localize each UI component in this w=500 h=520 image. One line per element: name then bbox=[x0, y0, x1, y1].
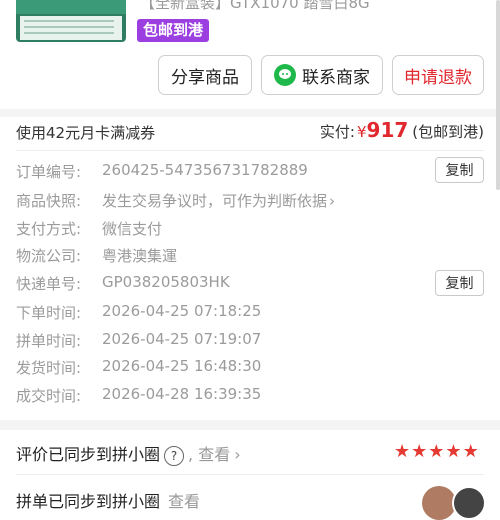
group-sync-text: 拼单已同步到拼小圈 bbox=[16, 492, 161, 511]
star-icon: ★ bbox=[428, 441, 445, 462]
star-icon: ★ bbox=[462, 441, 479, 462]
ship-time-label: 发货时间: bbox=[16, 359, 82, 377]
snapshot-value: 发生交易争议时，可作为判断依据 bbox=[102, 192, 328, 210]
section-divider bbox=[0, 109, 500, 117]
review-sync-text: 评价已同步到拼小圈 bbox=[16, 445, 161, 464]
deal-time-label: 成交时间: bbox=[16, 387, 82, 405]
contact-merchant-button[interactable]: 联系商家 bbox=[261, 55, 383, 95]
product-thumbnail[interactable] bbox=[16, 0, 126, 42]
share-product-label: 分享商品 bbox=[171, 67, 239, 88]
group-time-value: 2026-04-25 07:19:07 bbox=[102, 330, 262, 348]
tracking-number-value: GP038205803HK bbox=[102, 273, 230, 291]
thumbnail-spec-table bbox=[20, 16, 122, 40]
free-shipping-badge: 包邮到港 bbox=[137, 19, 210, 42]
chevron-right-icon: › bbox=[329, 192, 336, 210]
star-icon: ★ bbox=[411, 441, 428, 462]
logistics-company-value: 粤港澳集運 bbox=[102, 247, 178, 265]
request-refund-button[interactable]: 申请退款 bbox=[392, 55, 484, 95]
ship-time-value: 2026-04-25 16:48:30 bbox=[102, 357, 262, 375]
order-time-label: 下单时间: bbox=[16, 304, 82, 322]
request-refund-label: 申请退款 bbox=[404, 67, 472, 88]
scrollbar[interactable] bbox=[496, 0, 500, 190]
view-link[interactable]: 查看 bbox=[198, 445, 230, 464]
separator: , bbox=[188, 445, 194, 464]
thumbnail-banner bbox=[16, 0, 126, 14]
divider-line bbox=[16, 150, 484, 151]
star-icon: ★ bbox=[394, 441, 411, 462]
paid-note: (包邮到港) bbox=[412, 123, 484, 141]
product-title[interactable]: 【全新盒装】GTX1070 踏雪白8G bbox=[140, 0, 370, 13]
star-rating: ★ ★ ★ ★ ★ bbox=[394, 441, 480, 462]
snapshot-link[interactable]: 发生交易争议时，可作为判断依据 › bbox=[102, 190, 335, 211]
view-link[interactable]: 查看 bbox=[168, 492, 200, 511]
currency-symbol: ¥ bbox=[356, 123, 367, 141]
order-time-value: 2026-04-25 07:18:25 bbox=[102, 302, 262, 320]
order-number-label: 订单编号: bbox=[16, 163, 82, 181]
coupon-text: 使用42元月卡满减券 bbox=[16, 124, 156, 142]
wechat-chat-icon bbox=[274, 64, 296, 86]
chevron-right-icon: › bbox=[234, 445, 241, 464]
deal-time-value: 2026-04-28 16:39:35 bbox=[102, 385, 262, 403]
share-product-button[interactable]: 分享商品 bbox=[158, 55, 252, 95]
section-divider bbox=[0, 420, 500, 430]
snapshot-label: 商品快照: bbox=[16, 192, 82, 210]
order-number-value: 260425-547356731782889 bbox=[102, 161, 308, 179]
copy-tracking-number-button[interactable]: 复制 bbox=[435, 270, 484, 296]
avatar bbox=[452, 486, 486, 520]
payment-method-label: 支付方式: bbox=[16, 220, 82, 238]
copy-order-number-button[interactable]: 复制 bbox=[435, 157, 484, 183]
contact-merchant-label: 联系商家 bbox=[302, 67, 370, 88]
help-icon[interactable]: ? bbox=[164, 445, 185, 466]
star-icon: ★ bbox=[445, 441, 462, 462]
paid-amount: 实付: ¥ 917 (包邮到港) bbox=[320, 118, 484, 142]
group-sync-row[interactable]: 拼单已同步到拼小圈 查看 bbox=[16, 488, 200, 512]
tracking-number-label: 快递单号: bbox=[16, 275, 82, 293]
divider-line bbox=[16, 474, 484, 475]
paid-label: 实付: bbox=[319, 123, 355, 141]
payment-method-value: 微信支付 bbox=[102, 220, 163, 238]
group-time-label: 拼单时间: bbox=[16, 332, 82, 350]
paid-value: 917 bbox=[366, 118, 409, 142]
review-sync-row[interactable]: 评价已同步到拼小圈?, 查看 › bbox=[16, 441, 241, 466]
logistics-company-label: 物流公司: bbox=[16, 247, 82, 265]
avatar bbox=[422, 486, 456, 520]
